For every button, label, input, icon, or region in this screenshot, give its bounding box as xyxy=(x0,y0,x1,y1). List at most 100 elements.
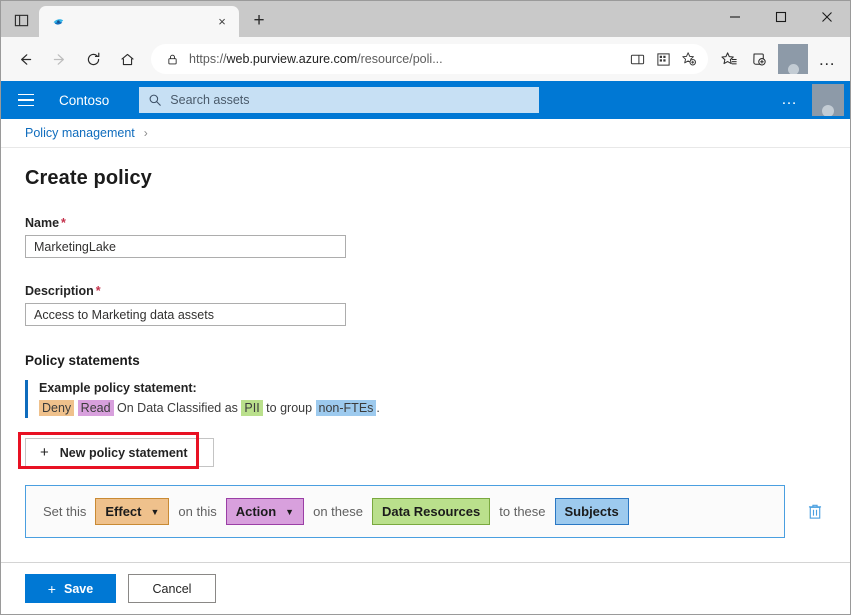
app-more-button[interactable]: … xyxy=(767,91,812,109)
navigation-toolbar: https://web.purview.azure.com/resource/p… xyxy=(1,37,850,81)
add-favorite-glyph xyxy=(681,51,697,67)
new-tab-button[interactable]: + xyxy=(245,7,273,35)
tab-strip: × + xyxy=(1,1,850,37)
maximize-button[interactable] xyxy=(758,1,804,33)
effect-dropdown[interactable]: Effect ▼ xyxy=(95,498,169,525)
back-arrow-icon xyxy=(17,51,34,68)
minimize-button[interactable] xyxy=(712,1,758,33)
app-header-actions: … xyxy=(767,84,850,116)
window-controls xyxy=(712,1,850,33)
name-input[interactable]: MarketingLake xyxy=(25,235,346,258)
omnibox-icons xyxy=(624,46,702,72)
description-field-label: Description* xyxy=(25,284,826,298)
example-token: PII xyxy=(241,400,262,416)
footer-action-bar: + Save Cancel xyxy=(1,562,850,614)
tab-close-icon[interactable]: × xyxy=(213,13,231,31)
breadcrumb-item-policy-management[interactable]: Policy management xyxy=(25,126,135,140)
statement-mid3-label: to these xyxy=(499,504,545,519)
url-path: /resource/poli... xyxy=(357,52,442,66)
save-button-label: Save xyxy=(64,582,93,596)
page-content: Create policy Name* MarketingLake Descri… xyxy=(1,148,850,562)
sidebar-glyph xyxy=(14,13,29,28)
policy-statements-heading: Policy statements xyxy=(25,353,826,368)
new-policy-statement-button[interactable]: + New policy statement xyxy=(25,438,214,467)
app-grid-icon[interactable] xyxy=(650,46,676,72)
url-scheme: https:// xyxy=(189,52,227,66)
example-token: Deny xyxy=(39,400,74,416)
forward-button[interactable] xyxy=(43,43,75,75)
chevron-down-icon: ▼ xyxy=(285,507,294,517)
example-token: to group xyxy=(263,401,316,415)
page-viewport: Contoso Search assets … Policy manageme xyxy=(1,81,850,614)
collections-icon[interactable] xyxy=(744,44,774,74)
description-input-value: Access to Marketing data assets xyxy=(34,308,214,322)
address-bar[interactable]: https://web.purview.azure.com/resource/p… xyxy=(151,44,708,74)
lock-glyph xyxy=(166,53,179,66)
ellipsis-icon: … xyxy=(818,51,836,68)
statement-mid2-label: on these xyxy=(313,504,363,519)
name-input-value: MarketingLake xyxy=(34,240,116,254)
split-screen-glyph xyxy=(630,52,645,67)
required-marker: * xyxy=(61,216,66,230)
data-resources-chip[interactable]: Data Resources xyxy=(372,498,490,525)
favorites-icon[interactable] xyxy=(714,44,744,74)
policy-statement-row: Set this Effect ▼ on this Action ▼ on th… xyxy=(25,485,826,538)
forward-arrow-icon xyxy=(51,51,68,68)
new-policy-statement-label: New policy statement xyxy=(60,446,188,460)
subjects-chip[interactable]: Subjects xyxy=(555,498,629,525)
maximize-icon xyxy=(775,11,787,23)
hamburger-line xyxy=(18,94,34,96)
example-token: On Data Classified as xyxy=(114,401,242,415)
favorites-glyph xyxy=(721,51,738,68)
name-field-label: Name* xyxy=(25,216,826,230)
new-policy-statement-wrapper: + New policy statement xyxy=(25,438,214,467)
close-window-button[interactable] xyxy=(804,1,850,33)
chevron-right-icon: › xyxy=(144,126,148,140)
add-favorite-icon[interactable] xyxy=(676,46,702,72)
lock-icon xyxy=(163,50,181,68)
browser-settings-button[interactable]: … xyxy=(812,44,842,74)
required-marker: * xyxy=(96,284,101,298)
collections-glyph xyxy=(751,51,768,68)
delete-statement-button[interactable] xyxy=(804,501,826,523)
chevron-down-icon: ▼ xyxy=(150,507,159,517)
avatar-glyph xyxy=(822,105,834,116)
browser-toolbar-actions: … xyxy=(714,44,842,74)
back-button[interactable] xyxy=(9,43,41,75)
search-input[interactable]: Search assets xyxy=(139,87,539,113)
reload-button[interactable] xyxy=(77,43,109,75)
reload-icon xyxy=(85,51,102,68)
search-icon xyxy=(147,93,163,107)
effect-chip-label: Effect xyxy=(105,504,141,519)
cancel-button-label: Cancel xyxy=(153,582,192,596)
policy-statement-card: Set this Effect ▼ on this Action ▼ on th… xyxy=(25,485,785,538)
example-title: Example policy statement: xyxy=(39,381,826,395)
sidebar-toggle-icon[interactable] xyxy=(7,6,35,34)
cancel-button[interactable]: Cancel xyxy=(128,574,216,603)
user-avatar[interactable] xyxy=(812,84,844,116)
save-button[interactable]: + Save xyxy=(25,574,116,603)
minimize-icon xyxy=(729,11,741,23)
breadcrumb: Policy management › xyxy=(1,119,850,148)
description-label-text: Description xyxy=(25,284,94,298)
home-button[interactable] xyxy=(111,43,143,75)
browser-tab[interactable]: × xyxy=(39,6,239,37)
search-glyph xyxy=(148,93,162,107)
action-dropdown[interactable]: Action ▼ xyxy=(226,498,304,525)
avatar-glyph xyxy=(788,64,799,74)
split-screen-icon[interactable] xyxy=(624,46,650,72)
description-input[interactable]: Access to Marketing data assets xyxy=(25,303,346,326)
example-token: . xyxy=(376,401,379,415)
example-statement-text: Deny Read On Data Classified as PII to g… xyxy=(39,400,826,416)
browser-profile-avatar[interactable] xyxy=(778,44,808,74)
example-policy-statement: Example policy statement: Deny Read On D… xyxy=(25,380,826,418)
hamburger-icon[interactable] xyxy=(11,85,41,115)
hamburger-line xyxy=(18,99,34,101)
statement-prefix-label: Set this xyxy=(43,504,86,519)
browser-window: × + xyxy=(0,0,851,615)
example-token: non-FTEs xyxy=(316,400,377,416)
plus-icon: + xyxy=(48,582,56,596)
plus-icon: + xyxy=(40,445,49,460)
close-icon xyxy=(821,11,833,23)
name-label-text: Name xyxy=(25,216,59,230)
